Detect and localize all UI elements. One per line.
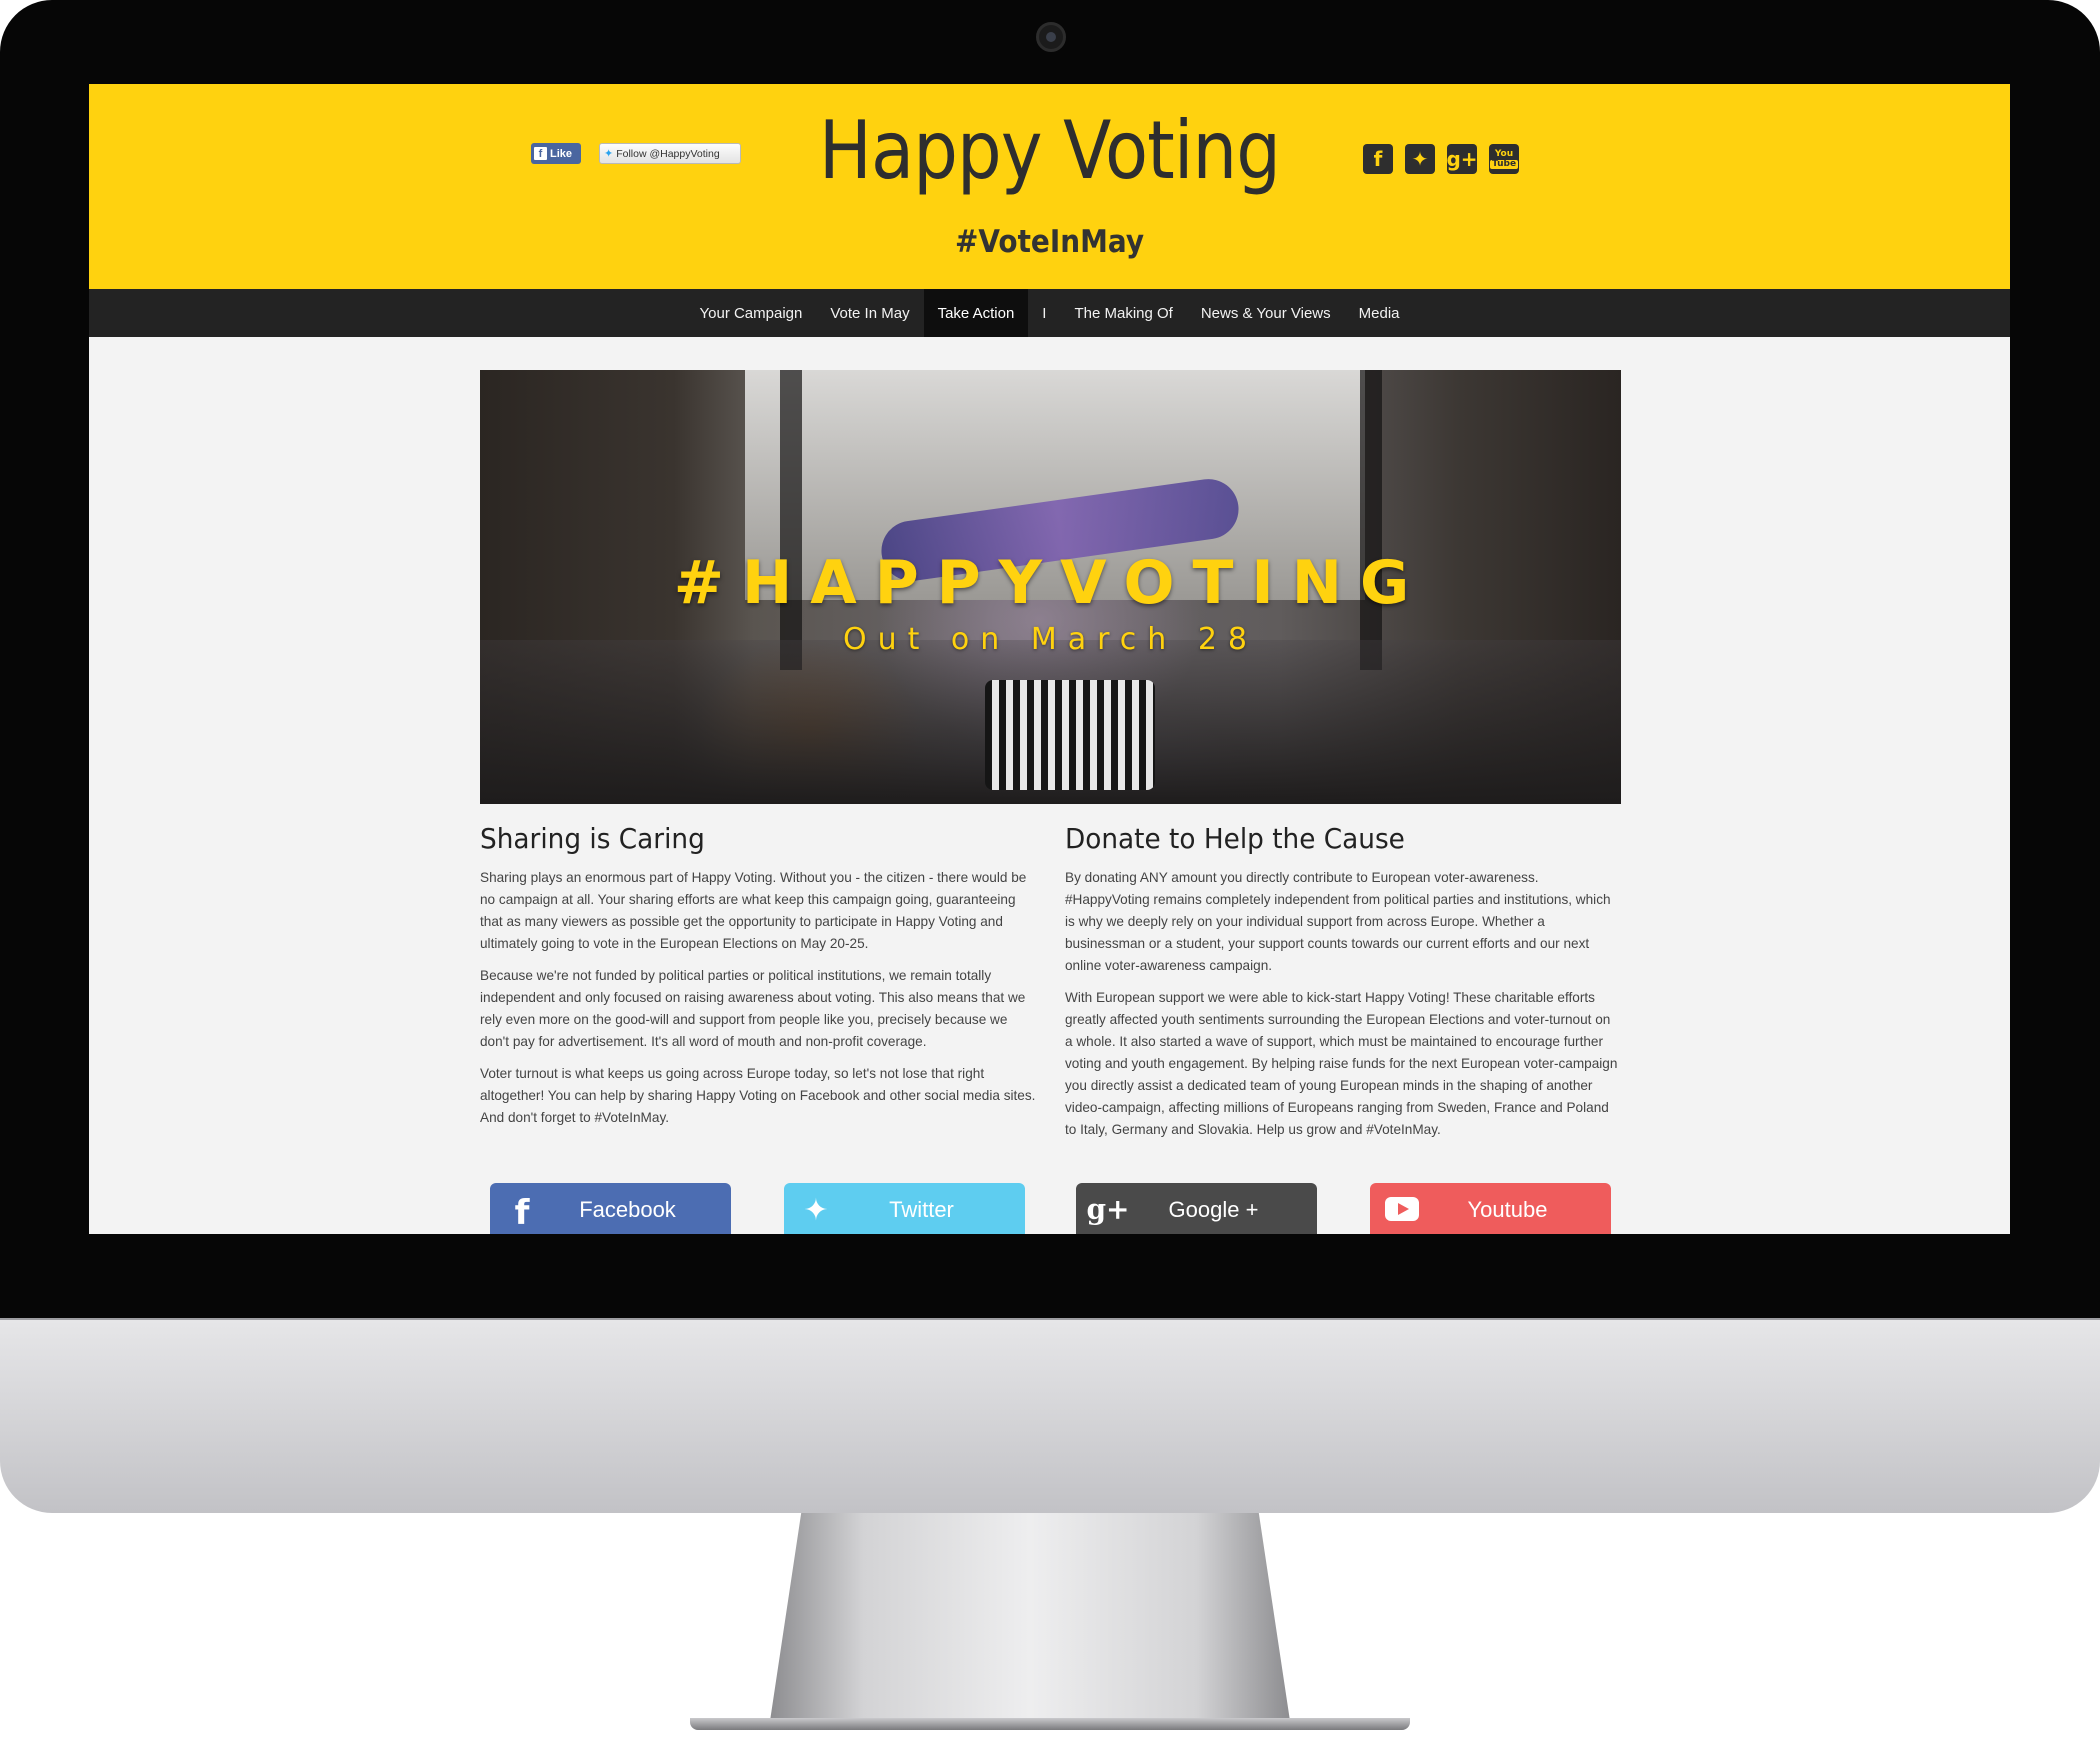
sharing-section: Sharing is Caring Sharing plays an enorm… (480, 822, 1040, 1139)
nav-media[interactable]: Media (1345, 289, 1414, 337)
monitor-chin (0, 1318, 2100, 1513)
google-plus-icon: g+ (1086, 1193, 1130, 1226)
monitor-stand-base (690, 1718, 1410, 1730)
banner-subline: Out on March 28 (843, 622, 1258, 657)
site-subtitle: #VoteInMay (954, 224, 1145, 260)
donate-paragraph-2: With European support we were able to ki… (1065, 990, 1618, 1137)
nav-vote-in-may[interactable]: Vote In May (816, 289, 923, 337)
youtube-icon (1370, 1193, 1434, 1221)
sharing-paragraph-3: Voter turnout is what keeps us going acr… (480, 1066, 1036, 1125)
facebook-icon[interactable]: f (1363, 144, 1393, 174)
sharing-heading: Sharing is Caring (480, 822, 705, 855)
nav-take-action[interactable]: Take Action (923, 289, 1029, 337)
share-youtube-label: Youtube (1467, 1197, 1548, 1222)
site-header: f Like ✦ Follow @HappyVoting Happy Votin… (89, 84, 2010, 289)
share-twitter-label: Twitter (889, 1197, 954, 1222)
webcam (1036, 22, 1066, 52)
twitter-icon[interactable]: ✦ (1405, 144, 1435, 174)
nav-the-making-of[interactable]: The Making Of (1060, 289, 1186, 337)
donate-heading: Donate to Help the Cause (1065, 822, 1405, 855)
monitor-stand (770, 1513, 1290, 1721)
google-plus-icon[interactable]: g+ (1446, 144, 1478, 174)
sharing-paragraph-1: Sharing plays an enormous part of Happy … (480, 870, 1027, 951)
share-google-plus-label: Google + (1168, 1197, 1259, 1222)
website-screen: f Like ✦ Follow @HappyVoting Happy Votin… (89, 84, 2010, 1234)
header-social-links: f ✦ g+ You Tube (1363, 144, 1519, 174)
nav-i[interactable]: I (1028, 289, 1060, 337)
share-facebook-label: Facebook (579, 1197, 676, 1222)
share-google-plus-button[interactable]: g+ Google + (1076, 1183, 1317, 1234)
main-nav: Your Campaign Vote In May Take Action I … (89, 289, 2010, 337)
share-facebook-button[interactable]: f Facebook (490, 1183, 731, 1234)
hero-banner-image[interactable]: #HAPPYVOTING Out on March 28 (480, 370, 1621, 804)
share-youtube-button[interactable]: Youtube (1370, 1183, 1611, 1234)
youtube-icon-text-tube: Tube (1489, 158, 1519, 169)
facebook-icon: f (514, 1193, 530, 1233)
sharing-paragraph-2: Because we're not funded by political pa… (480, 968, 1026, 1049)
donate-paragraph-1: By donating ANY amount you directly cont… (1065, 870, 1611, 973)
nav-your-campaign[interactable]: Your Campaign (686, 289, 817, 337)
youtube-icon[interactable]: You Tube (1489, 144, 1519, 174)
banner-headline: #HAPPYVOTING (673, 548, 1428, 618)
banner-dancer-legs (985, 680, 1155, 790)
twitter-icon: ✦ (803, 1193, 829, 1228)
youtube-icon-text-you: You (1494, 148, 1514, 159)
share-twitter-button[interactable]: ✦ Twitter (784, 1183, 1025, 1234)
nav-news-your-views[interactable]: News & Your Views (1187, 289, 1345, 337)
donate-section: Donate to Help the Cause By donating ANY… (1065, 822, 1621, 1151)
site-title[interactable]: Happy Voting (204, 104, 1894, 197)
